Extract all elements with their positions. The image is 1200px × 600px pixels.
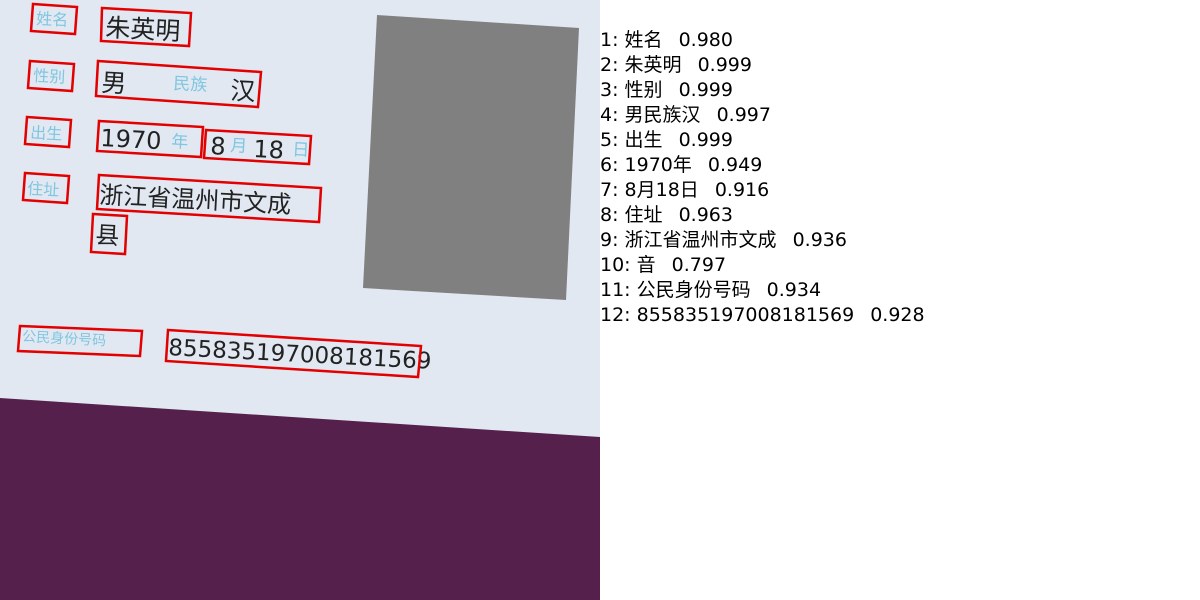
- result-item: 11: 公民身份号码 0.934: [600, 278, 925, 303]
- id-card-image: 姓名 性别 民族 出生 年 月 日 住址 公民身份号码 朱英明 男 汉 1970…: [0, 0, 600, 600]
- result-text: 男民族汉: [624, 104, 701, 126]
- result-score: 0.999: [678, 79, 733, 101]
- result-item: 1: 姓名 0.980: [600, 28, 925, 53]
- address-line2-value: 县: [95, 221, 120, 250]
- address-label: 住址: [27, 179, 60, 200]
- result-text: 8月18日: [624, 179, 699, 201]
- result-text: 出生: [624, 129, 663, 151]
- result-score: 0.963: [678, 204, 733, 226]
- result-item: 7: 8月18日 0.916: [600, 178, 925, 203]
- month-value: 8: [210, 132, 227, 161]
- result-score: 0.797: [671, 254, 727, 276]
- result-item: 9: 浙江省温州市文成 0.936: [600, 228, 925, 253]
- result-text: 855835197008181569: [636, 304, 855, 326]
- ocr-results-panel: 1: 姓名 0.980 2: 朱英明 0.999 3: 性别 0.999 4: 男民族…: [600, 0, 1200, 600]
- result-index: 10:: [600, 254, 631, 276]
- result-index: 6:: [600, 154, 619, 176]
- result-index: 1:: [600, 29, 619, 51]
- result-text: 性别: [624, 79, 663, 101]
- result-item: 10: 音 0.797: [600, 253, 925, 278]
- result-text: 姓名: [624, 29, 663, 51]
- result-item: 3: 性别 0.999: [600, 78, 925, 103]
- result-score: 0.999: [697, 54, 752, 76]
- photo-placeholder: [363, 15, 579, 300]
- result-score: 0.980: [678, 29, 733, 51]
- result-score: 0.999: [678, 129, 733, 151]
- result-index: 8:: [600, 204, 619, 226]
- ethnicity-value: 汉: [230, 76, 256, 106]
- result-item: 8: 住址 0.963: [600, 203, 925, 228]
- result-text: 浙江省温州市文成: [624, 229, 777, 251]
- result-score: 0.936: [792, 229, 847, 251]
- name-label: 姓名: [36, 9, 69, 30]
- result-score: 0.997: [716, 104, 771, 126]
- gender-label: 性别: [33, 66, 66, 87]
- result-score: 0.916: [714, 179, 770, 201]
- result-text: 1970年: [624, 154, 692, 176]
- result-index: 3:: [600, 79, 619, 101]
- result-item: 5: 出生 0.999: [600, 128, 925, 153]
- year-unit-label: 年: [171, 132, 189, 153]
- result-index: 2:: [600, 54, 619, 76]
- result-index: 11:: [600, 279, 631, 301]
- result-item: 2: 朱英明 0.999: [600, 53, 925, 78]
- day-unit-label: 日: [292, 140, 310, 161]
- result-index: 7:: [600, 179, 619, 201]
- result-text: 公民身份号码: [636, 279, 751, 301]
- result-score: 0.934: [766, 279, 822, 301]
- ocr-results-list: 1: 姓名 0.980 2: 朱英明 0.999 3: 性别 0.999 4: 男民族…: [600, 28, 925, 328]
- id-card-image-panel: 姓名 性别 民族 出生 年 月 日 住址 公民身份号码 朱英明 男 汉 1970…: [0, 0, 600, 600]
- result-text: 音: [636, 254, 656, 276]
- result-score: 0.928: [870, 304, 925, 326]
- result-score: 0.949: [707, 154, 763, 176]
- ethnicity-label: 民族: [173, 74, 208, 96]
- result-item: 6: 1970年 0.949: [600, 153, 925, 178]
- result-item: 12: 855835197008181569 0.928: [600, 303, 925, 328]
- result-index: 9:: [600, 229, 619, 251]
- result-index: 12:: [600, 304, 631, 326]
- result-text: 朱英明: [624, 54, 682, 76]
- result-item: 4: 男民族汉 0.997: [600, 103, 925, 128]
- result-index: 5:: [600, 129, 619, 151]
- result-index: 4:: [600, 104, 619, 126]
- gender-value: 男: [101, 68, 127, 98]
- result-text: 住址: [624, 204, 663, 226]
- month-unit-label: 月: [230, 136, 248, 157]
- birth-label: 出生: [30, 123, 63, 144]
